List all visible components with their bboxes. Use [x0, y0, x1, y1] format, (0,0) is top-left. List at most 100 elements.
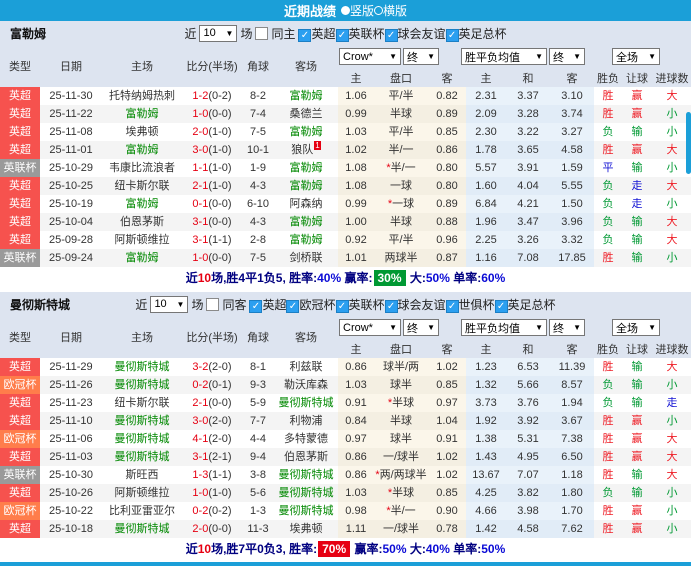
corner-count: 7-7 [242, 412, 274, 430]
odds-away: 1.02 [428, 448, 466, 466]
result-cell: 负 [594, 484, 622, 502]
goals-result-cell: 走 [652, 394, 691, 412]
competition-checkbox[interactable]: ✓ [335, 299, 349, 313]
away-team: 多特蒙德 [274, 430, 338, 448]
competition-checkbox[interactable]: ✓ [249, 299, 263, 313]
competition-label: 英联杯 [348, 26, 385, 41]
layout-radio[interactable] [340, 6, 350, 15]
same-venue-checkbox[interactable] [206, 297, 220, 311]
handicap: 球半 [374, 430, 428, 448]
avg-stage-select[interactable]: 终 ▼ [549, 48, 585, 65]
competition-type-badge: 英超 [0, 213, 40, 231]
competition-type-badge: 英超 [0, 87, 40, 105]
odds-home: 0.99 [338, 195, 374, 213]
competition-checkbox[interactable]: ✓ [384, 28, 398, 42]
fulltime-score: 3-1 [192, 451, 209, 463]
avg-type-select[interactable]: 胜平负均值 ▼ [461, 48, 547, 65]
avg-home-odds: 3.73 [466, 394, 506, 412]
odds-stage-select[interactable]: 终 ▼ [403, 319, 439, 336]
competition-type-cell: 英超 [0, 141, 40, 159]
filter-items: 近 10 ▼ 场 同客 ✓ 英超 ✓ 欧冠杯 ✓ 英联杯 ✓ 球会友谊 ✓ 世俱杯 ✓ 英足总杯 [135, 295, 556, 313]
odds-home: 0.92 [338, 231, 374, 249]
table-header: 类型 日期 主场 比分(半场) 角球 客场 Crow* ▼ 终 ▼ 胜平负均值 ▼ [0, 45, 691, 87]
col-header-avg-home: 主 [480, 343, 492, 356]
match-rows: 英超 25-11-29 曼彻斯特城 3-2(2-0) 8-1 利兹联 0.86 球半/两 1.0… [0, 358, 691, 538]
games-count-select[interactable]: 10 ▼ [199, 24, 238, 42]
away-team: 埃弗顿 [274, 520, 338, 538]
avg-away-odds: 3.27 [550, 123, 594, 141]
fulltime-score: 3-1 [192, 216, 209, 228]
col-header-avg-away: 客 [566, 72, 578, 85]
competition-type-badge: 英超 [0, 195, 40, 213]
odds-home: 1.08 [338, 177, 374, 195]
summary-count: 10 [197, 542, 212, 556]
competition-type-badge: 英联杯 [0, 466, 40, 484]
goals-result-cell: 大 [652, 213, 691, 231]
halftime-score: (0-1) [208, 379, 232, 391]
layout-radio-label[interactable]: 横版 [383, 4, 407, 18]
col-header-goals: 进球数 [655, 72, 689, 85]
fulltime-score: 0-2 [192, 379, 209, 391]
odds-away: 0.87 [428, 249, 466, 267]
competition-checkbox[interactable]: ✓ [384, 299, 398, 313]
odds-stage-select[interactable]: 终 ▼ [403, 48, 439, 65]
handicap-result-cell: 输 [622, 358, 652, 376]
goals-result-cell: 大 [652, 177, 691, 195]
avg-away-odds: 7.38 [550, 430, 594, 448]
result-cell: 负 [594, 394, 622, 412]
handicap-result-cell: 赢 [622, 105, 652, 123]
layout-radio-group: 竖版 横版 [340, 2, 407, 19]
handicap-result-cell: 输 [622, 394, 652, 412]
competition-type-badge: 欧冠杯 [0, 430, 40, 448]
table-row: 英超 25-10-18 曼彻斯特城 2-0(0-0) 11-3 埃弗顿 1.11 一/球半 0.… [0, 520, 691, 538]
competition-label: 球会友谊 [397, 26, 446, 41]
result-cell: 胜 [594, 412, 622, 430]
competition-checkbox[interactable]: ✓ [286, 299, 300, 313]
competition-checkbox[interactable]: ✓ [335, 28, 349, 42]
home-team: 伯恩茅斯 [102, 213, 182, 231]
odds-home: 0.97 [338, 430, 374, 448]
same-venue-checkbox[interactable] [255, 26, 269, 40]
competition-checkbox[interactable]: ✓ [298, 28, 312, 42]
score-cell: 1-3(1-1) [182, 466, 242, 484]
corner-count: 8-1 [242, 358, 274, 376]
competition-checkbox[interactable]: ✓ [494, 299, 508, 313]
match-date: 25-11-22 [40, 105, 102, 123]
handicap: *半球 [374, 394, 428, 412]
scrollbar-thumb[interactable] [686, 112, 691, 174]
competition-checkbox[interactable]: ✓ [445, 299, 459, 313]
competition-type-cell: 欧冠杯 [0, 430, 40, 448]
avg-stage-select[interactable]: 终 ▼ [549, 319, 585, 336]
competition-type-cell: 英超 [0, 177, 40, 195]
col-header-score: 比分(半场) [186, 61, 238, 73]
match-date: 25-10-22 [40, 502, 102, 520]
odds-company-select[interactable]: Crow* ▼ [339, 48, 401, 65]
competition-type-cell: 英超 [0, 358, 40, 376]
col-header-odds-home: 主 [350, 343, 362, 356]
summary-rate: 40% [317, 271, 342, 285]
corner-count: 9-3 [242, 376, 274, 394]
away-team: 利物浦 [274, 412, 338, 430]
halftime-score: (1-1) [208, 469, 232, 481]
avg-home-odds: 1.92 [466, 412, 506, 430]
table-row: 英超 25-11-08 埃弗顿 2-0(1-0) 7-5 富勒姆 1.03 平/半 0.85 2.… [0, 123, 691, 141]
avg-draw-odds: 3.76 [506, 394, 550, 412]
halftime-score: (1-0) [208, 487, 232, 499]
scope-select[interactable]: 全场 ▼ [612, 48, 660, 65]
handicap-text: 半球 [392, 487, 415, 499]
goals-result-cell: 小 [652, 484, 691, 502]
odds-company-select[interactable]: Crow* ▼ [339, 319, 401, 336]
avg-type-select[interactable]: 胜平负均值 ▼ [461, 319, 547, 336]
layout-radio-label[interactable]: 竖版 [350, 4, 374, 18]
halftime-score: (2-0) [208, 415, 232, 427]
chevron-down-icon: ▼ [389, 323, 397, 332]
games-count-select[interactable]: 10 ▼ [150, 295, 189, 313]
chevron-down-icon: ▼ [573, 52, 581, 61]
competition-checkbox[interactable]: ✓ [445, 28, 459, 42]
layout-radio[interactable] [374, 6, 383, 15]
table-row: 英超 25-10-25 纽卡斯尔联 2-1(1-0) 4-3 富勒姆 1.08 一球 0.80 1… [0, 177, 691, 195]
avg-away-odds: 1.94 [550, 394, 594, 412]
avg-draw-odds: 7.08 [506, 249, 550, 267]
table-row: 欧冠杯 25-10-22 比利亚雷亚尔 0-2(0-2) 1-3 曼彻斯特城 0.98 *半/… [0, 502, 691, 520]
scope-select[interactable]: 全场 ▼ [612, 319, 660, 336]
